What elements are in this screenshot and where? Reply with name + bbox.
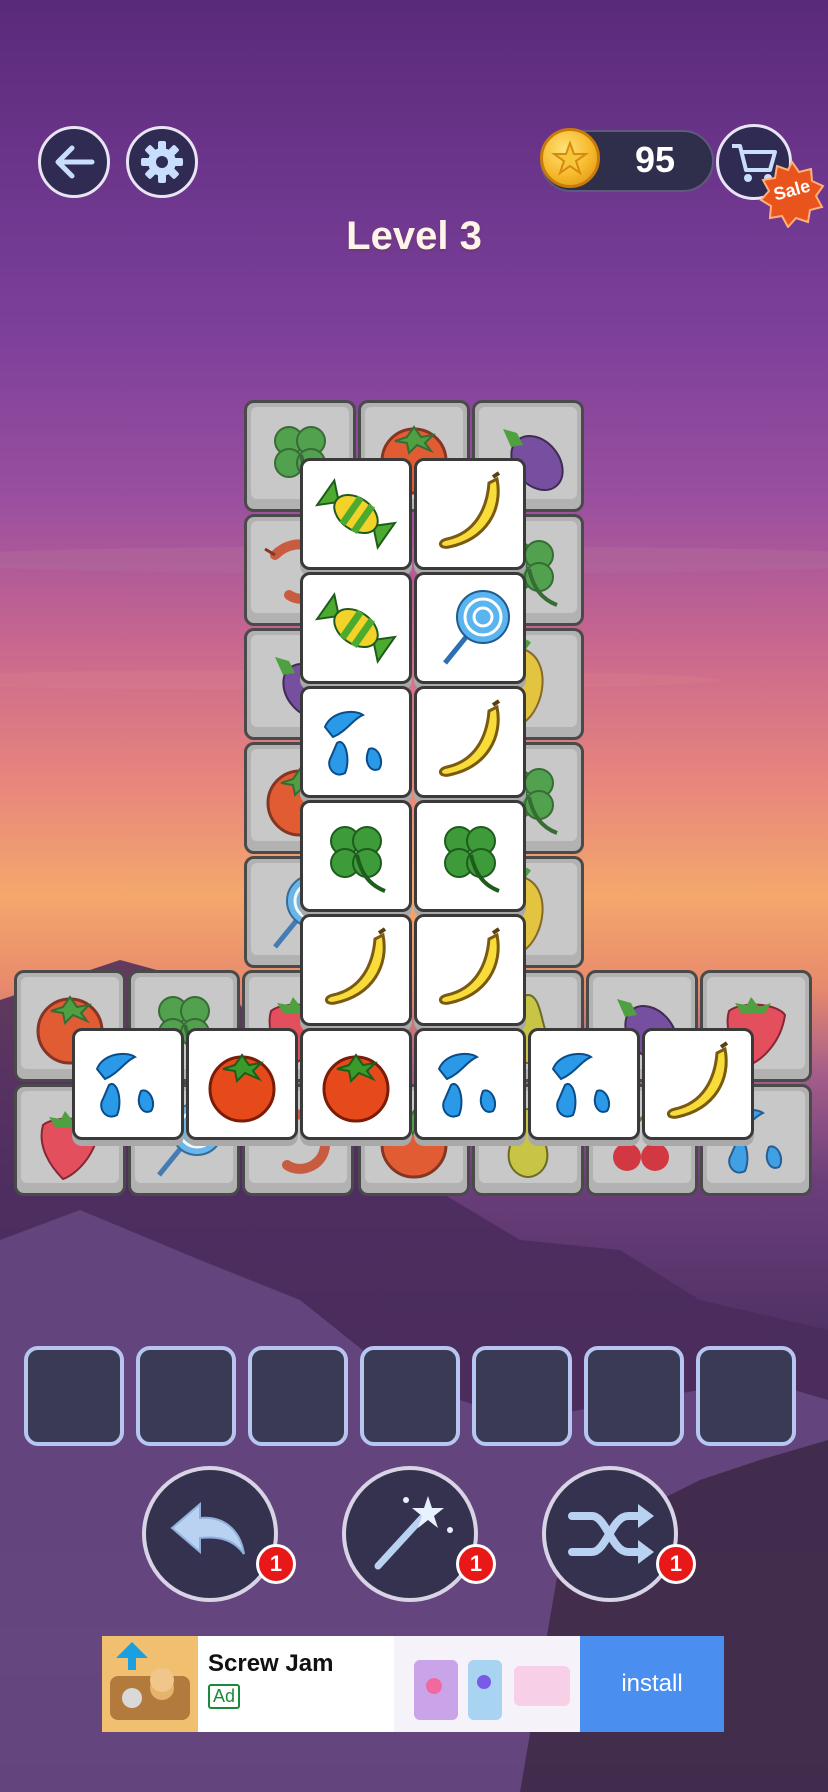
drops-icon <box>95 1052 155 1118</box>
clover-icon <box>330 826 386 893</box>
tile-drops[interactable] <box>300 686 412 798</box>
ad-install-button[interactable]: install <box>580 1636 724 1732</box>
tile-clover[interactable] <box>300 800 412 912</box>
ad-title: Screw Jam <box>208 1650 334 1677</box>
tray-slot <box>24 1346 124 1446</box>
clover-icon <box>444 826 500 893</box>
banana-icon <box>439 471 501 549</box>
tray-slot <box>696 1346 796 1446</box>
tray-slot <box>584 1346 684 1446</box>
ad-tag: Ad <box>208 1684 241 1709</box>
undo-button[interactable] <box>142 1466 278 1602</box>
coin-count: 95 <box>634 139 676 180</box>
tile-banana[interactable] <box>414 686 526 798</box>
tile-clover[interactable] <box>414 800 526 912</box>
lollipop-icon <box>443 590 510 665</box>
tile-drops[interactable] <box>414 1028 526 1140</box>
banana-icon <box>325 927 387 1005</box>
tile-tomato[interactable] <box>300 1028 412 1140</box>
magic-wand-button[interactable] <box>342 1466 478 1602</box>
candy-icon <box>314 478 398 550</box>
drops-icon <box>437 1052 497 1118</box>
tray-slot <box>472 1346 572 1446</box>
banana-icon <box>439 927 501 1005</box>
undo-icon <box>170 1501 245 1555</box>
tile-drops[interactable] <box>72 1028 184 1140</box>
tray-slot <box>248 1346 348 1446</box>
back-button[interactable] <box>38 126 110 198</box>
ad-screenshot <box>394 1636 580 1732</box>
tomato-icon <box>322 1053 390 1123</box>
tomato-icon <box>208 1053 276 1123</box>
arrow-left-icon <box>55 145 95 179</box>
undo-count-badge: 1 <box>256 1544 296 1584</box>
drops-icon <box>551 1052 611 1118</box>
tile-lollipop[interactable] <box>414 572 526 684</box>
shuffle-button[interactable] <box>542 1466 678 1602</box>
drops-icon <box>323 710 383 776</box>
tray-slot <box>136 1346 236 1446</box>
settings-button[interactable] <box>126 126 198 198</box>
tile-candy[interactable] <box>300 572 412 684</box>
magic-count-badge: 1 <box>456 1544 496 1584</box>
tile-banana[interactable] <box>642 1028 754 1140</box>
tile-candy[interactable] <box>300 458 412 570</box>
tile-banana[interactable] <box>414 458 526 570</box>
tile-banana[interactable] <box>414 914 526 1026</box>
magic-wand-icon <box>374 1496 453 1570</box>
game-scene: 95 Sale Level 3 1 1 1 Screw Jam Ad insta… <box>0 0 828 1792</box>
banana-icon <box>667 1041 729 1119</box>
gear-icon <box>141 141 183 183</box>
ad-app-icon <box>102 1636 198 1732</box>
banana-icon <box>439 699 501 777</box>
tray-slot <box>360 1346 460 1446</box>
shuffle-count-badge: 1 <box>656 1544 696 1584</box>
level-title: Level 3 <box>346 214 482 258</box>
tile-banana[interactable] <box>300 914 412 1026</box>
coin-icon <box>540 128 600 188</box>
ad-banner[interactable]: Screw Jam Ad install <box>102 1636 724 1732</box>
tile-drops[interactable] <box>528 1028 640 1140</box>
candy-icon <box>314 592 398 664</box>
tile-tomato[interactable] <box>186 1028 298 1140</box>
shuffle-icon <box>568 1504 654 1564</box>
